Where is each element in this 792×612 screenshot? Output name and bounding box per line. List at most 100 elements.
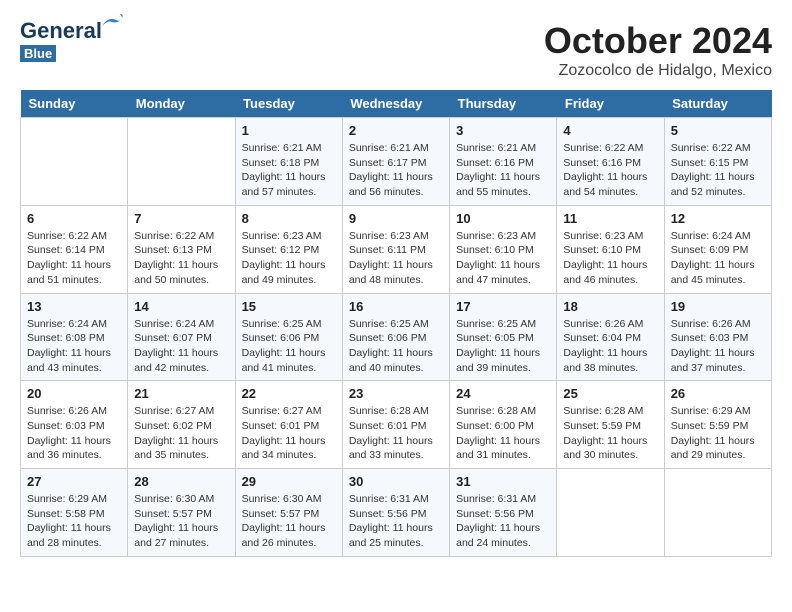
cell-sun-info: Sunrise: 6:21 AMSunset: 6:17 PMDaylight:… xyxy=(349,141,443,200)
calendar-cell: 26Sunrise: 6:29 AMSunset: 5:59 PMDayligh… xyxy=(664,381,771,469)
sunrise-text: Sunrise: 6:22 AM xyxy=(27,229,121,244)
cell-sun-info: Sunrise: 6:22 AMSunset: 6:15 PMDaylight:… xyxy=(671,141,765,200)
calendar-cell: 27 Sunrise: 6:29 AMSunset: 5:58 PMDayligh… xyxy=(21,469,128,557)
sunrise-text: Sunrise: 6:28 AM xyxy=(349,404,443,419)
day-number: 25 xyxy=(563,386,657,401)
day-number: 31 xyxy=(456,474,550,489)
header-friday: Friday xyxy=(557,90,664,118)
calendar-week-row: 27Sunrise: 6:29 AMSunset: 5:58 PMDayligh… xyxy=(21,469,772,557)
sunset-text: Sunset: 6:01 PM xyxy=(242,419,336,434)
cell-sun-info: Sunrise: 6:29 AMSunset: 5:59 PMDaylight:… xyxy=(671,404,765,463)
calendar-cell: 31 Sunrise: 6:31 AMSunset: 5:56 PMDayligh… xyxy=(450,469,557,557)
header-tuesday: Tuesday xyxy=(235,90,342,118)
sunset-text: Sunset: 6:16 PM xyxy=(563,156,657,171)
daylight-text: Daylight: 11 hours and 51 minutes. xyxy=(27,258,121,287)
sunset-text: Sunset: 6:06 PM xyxy=(349,331,443,346)
calendar-cell: 29Sunrise: 6:30 AMSunset: 5:57 PMDayligh… xyxy=(235,469,342,557)
sunset-text: Sunset: 6:05 PM xyxy=(456,331,550,346)
calendar-cell: 3Sunrise: 6:21 AMSunset: 6:16 PMDaylight… xyxy=(450,118,557,206)
day-number: 14 xyxy=(134,299,228,314)
sunrise-text: Sunrise: 6:29 AM xyxy=(671,404,765,419)
sunset-text: Sunset: 6:13 PM xyxy=(134,243,228,258)
sunset-text: Sunset: 5:59 PM xyxy=(671,419,765,434)
daylight-text: Daylight: 11 hours and 55 minutes. xyxy=(456,170,550,199)
day-number: 30 xyxy=(349,474,443,489)
location-title: Zozocolco de Hidalgo, Mexico xyxy=(544,62,772,80)
sunrise-text: Sunrise: 6:26 AM xyxy=(27,404,121,419)
daylight-text: Daylight: 11 hours and 28 minutes. xyxy=(27,521,121,550)
daylight-text: Daylight: 11 hours and 31 minutes. xyxy=(456,434,550,463)
sunset-text: Sunset: 6:16 PM xyxy=(456,156,550,171)
cell-sun-info: Sunrise: 6:24 AMSunset: 6:07 PMDaylight:… xyxy=(134,317,228,376)
sunset-text: Sunset: 6:04 PM xyxy=(563,331,657,346)
cell-sun-info: Sunrise: 6:26 AMSunset: 6:04 PMDaylight:… xyxy=(563,317,657,376)
daylight-text: Daylight: 11 hours and 36 minutes. xyxy=(27,434,121,463)
sunset-text: Sunset: 6:01 PM xyxy=(349,419,443,434)
day-number: 9 xyxy=(349,211,443,226)
calendar-week-row: 20Sunrise: 6:26 AMSunset: 6:03 PMDayligh… xyxy=(21,381,772,469)
sunrise-text: Sunrise: 6:22 AM xyxy=(671,141,765,156)
calendar-cell: 21Sunrise: 6:27 AMSunset: 6:02 PMDayligh… xyxy=(128,381,235,469)
daylight-text: Daylight: 11 hours and 57 minutes. xyxy=(242,170,336,199)
sunset-text: Sunset: 5:57 PM xyxy=(242,507,336,522)
daylight-text: Daylight: 11 hours and 30 minutes. xyxy=(563,434,657,463)
calendar-cell: 10Sunrise: 6:23 AMSunset: 6:10 PMDayligh… xyxy=(450,205,557,293)
sunset-text: Sunset: 6:03 PM xyxy=(671,331,765,346)
sunset-text: Sunset: 6:00 PM xyxy=(456,419,550,434)
daylight-text: Daylight: 11 hours and 39 minutes. xyxy=(456,346,550,375)
sunrise-text: Sunrise: 6:25 AM xyxy=(456,317,550,332)
day-number: 2 xyxy=(349,123,443,138)
daylight-text: Daylight: 11 hours and 42 minutes. xyxy=(134,346,228,375)
calendar-cell: 2 Sunrise: 6:21 AMSunset: 6:17 PMDaylight… xyxy=(342,118,449,206)
daylight-text: Daylight: 11 hours and 26 minutes. xyxy=(242,521,336,550)
day-number: 19 xyxy=(671,299,765,314)
month-title: October 2024 xyxy=(544,20,772,62)
sunrise-text: Sunrise: 6:23 AM xyxy=(456,229,550,244)
sunrise-text: Sunrise: 6:30 AM xyxy=(242,492,336,507)
cell-sun-info: Sunrise: 6:24 AMSunset: 6:09 PMDaylight:… xyxy=(671,229,765,288)
calendar-week-row: 6Sunrise: 6:22 AMSunset: 6:14 PMDaylight… xyxy=(21,205,772,293)
day-number: 4 xyxy=(563,123,657,138)
page-header: General Blue October 2024 Zozocolco de H… xyxy=(20,20,772,80)
day-number: 15 xyxy=(242,299,336,314)
sunset-text: Sunset: 5:58 PM xyxy=(27,507,121,522)
calendar-cell: 9Sunrise: 6:23 AMSunset: 6:11 PMDaylight… xyxy=(342,205,449,293)
daylight-text: Daylight: 11 hours and 24 minutes. xyxy=(456,521,550,550)
calendar-cell: 22Sunrise: 6:27 AMSunset: 6:01 PMDayligh… xyxy=(235,381,342,469)
cell-sun-info: Sunrise: 6:30 AMSunset: 5:57 PMDaylight:… xyxy=(134,492,228,551)
sunrise-text: Sunrise: 6:27 AM xyxy=(134,404,228,419)
calendar-cell: 6Sunrise: 6:22 AMSunset: 6:14 PMDaylight… xyxy=(21,205,128,293)
daylight-text: Daylight: 11 hours and 45 minutes. xyxy=(671,258,765,287)
daylight-text: Daylight: 11 hours and 46 minutes. xyxy=(563,258,657,287)
cell-sun-info: Sunrise: 6:31 AMSunset: 5:56 PMDaylight:… xyxy=(349,492,443,551)
sunrise-text: Sunrise: 6:23 AM xyxy=(349,229,443,244)
sunset-text: Sunset: 6:03 PM xyxy=(27,419,121,434)
sunset-text: Sunset: 6:11 PM xyxy=(349,243,443,258)
cell-sun-info: Sunrise: 6:27 AMSunset: 6:02 PMDaylight:… xyxy=(134,404,228,463)
sunrise-text: Sunrise: 6:26 AM xyxy=(671,317,765,332)
calendar-cell: 17Sunrise: 6:25 AMSunset: 6:05 PMDayligh… xyxy=(450,293,557,381)
calendar-cell: 13Sunrise: 6:24 AMSunset: 6:08 PMDayligh… xyxy=(21,293,128,381)
header-thursday: Thursday xyxy=(450,90,557,118)
cell-sun-info: Sunrise: 6:28 AMSunset: 5:59 PMDaylight:… xyxy=(563,404,657,463)
sunset-text: Sunset: 5:59 PM xyxy=(563,419,657,434)
header-monday: Monday xyxy=(128,90,235,118)
sunrise-text: Sunrise: 6:31 AM xyxy=(456,492,550,507)
header-sunday: Sunday xyxy=(21,90,128,118)
calendar-cell: 24 Sunrise: 6:28 AMSunset: 6:00 PMDayligh… xyxy=(450,381,557,469)
sunrise-text: Sunrise: 6:24 AM xyxy=(671,229,765,244)
cell-sun-info: Sunrise: 6:25 AMSunset: 6:05 PMDaylight:… xyxy=(456,317,550,376)
cell-sun-info: Sunrise: 6:26 AMSunset: 6:03 PMDaylight:… xyxy=(671,317,765,376)
day-number: 10 xyxy=(456,211,550,226)
calendar-cell: 25 Sunrise: 6:28 AMSunset: 5:59 PMDayligh… xyxy=(557,381,664,469)
cell-sun-info: Sunrise: 6:28 AMSunset: 6:00 PMDaylight:… xyxy=(456,404,550,463)
cell-sun-info: Sunrise: 6:31 AMSunset: 5:56 PMDaylight:… xyxy=(456,492,550,551)
day-number: 24 xyxy=(456,386,550,401)
daylight-text: Daylight: 11 hours and 27 minutes. xyxy=(134,521,228,550)
sunrise-text: Sunrise: 6:29 AM xyxy=(27,492,121,507)
header-saturday: Saturday xyxy=(664,90,771,118)
sunrise-text: Sunrise: 6:27 AM xyxy=(242,404,336,419)
daylight-text: Daylight: 11 hours and 52 minutes. xyxy=(671,170,765,199)
sunrise-text: Sunrise: 6:21 AM xyxy=(349,141,443,156)
day-number: 27 xyxy=(27,474,121,489)
